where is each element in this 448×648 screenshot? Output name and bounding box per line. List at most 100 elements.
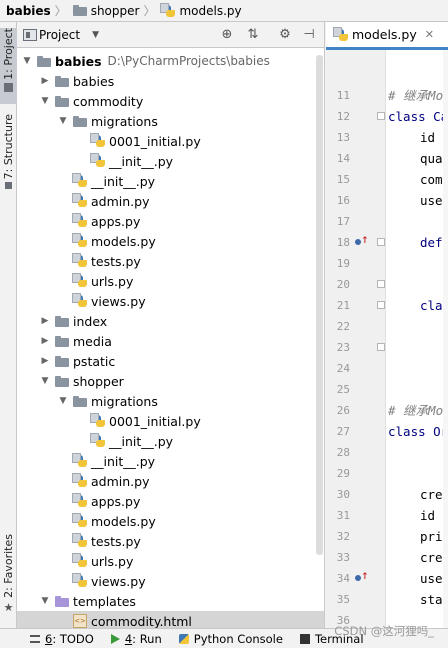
fold-icon[interactable] [377, 112, 385, 120]
tree-folder[interactable]: ▶ media [17, 331, 324, 351]
tree-file[interactable]: 0001_initial.py [17, 411, 324, 431]
fold-icon[interactable] [377, 238, 385, 246]
tree-item-label: 0001_initial.py [109, 133, 201, 149]
editor-gutter: 11 12 13 14 15 16 17 18 ↑ 19 20 21 22 23 24 25 26 27 28 29 3… [326, 50, 386, 648]
chevron-down-icon[interactable]: ▼ [92, 30, 99, 40]
terminal-icon [299, 633, 310, 644]
line-number: 14 [336, 152, 350, 165]
folder-icon [55, 75, 69, 87]
chevron-right-icon[interactable]: ▶ [39, 336, 51, 346]
hide-icon[interactable]: ⊣ [301, 27, 317, 43]
tab-structure[interactable]: 7: Structure [0, 114, 17, 196]
tree-item-label: templates [73, 593, 136, 609]
tree-item-label: media [73, 333, 112, 349]
left-tool-strip: 1: Project 7: Structure 2: Favorites ★ [0, 22, 17, 628]
tree-folder[interactable]: ▼ templates [17, 591, 324, 611]
python-console-button[interactable]: Python Console [178, 632, 283, 646]
tree-item-label: admin.py [91, 473, 150, 489]
tree-file[interactable]: apps.py [17, 211, 324, 231]
tree-item-label: models.py [91, 513, 156, 529]
chevron-down-icon[interactable]: ▼ [39, 96, 51, 106]
line-number: 21 [336, 299, 350, 312]
tree-item-label: apps.py [91, 493, 141, 509]
tree-file[interactable]: models.py [17, 511, 324, 531]
override-marker-icon[interactable]: ↑ [355, 236, 369, 248]
tree-item-label: admin.py [91, 193, 150, 209]
line-number: 13 [336, 131, 350, 144]
tree-folder[interactable]: ▼ migrations [17, 391, 324, 411]
tab-favorites[interactable]: 2: Favorites ★ [0, 534, 17, 618]
tree-file[interactable]: __init__.py [17, 171, 324, 191]
line-number: 27 [336, 425, 350, 438]
python-file-icon [72, 273, 87, 288]
tree-item-label: views.py [91, 293, 146, 309]
line-number: 24 [336, 362, 350, 375]
python-file-icon [72, 213, 87, 228]
tree-file[interactable]: tests.py [17, 251, 324, 271]
tree-folder[interactable]: ▼ shopper [17, 371, 324, 391]
run-button[interactable]: 4: Run [110, 632, 162, 646]
tree-folder[interactable]: ▼ migrations [17, 111, 324, 131]
collapse-all-icon[interactable]: ⇅ [245, 27, 261, 43]
tree-file[interactable]: urls.py [17, 551, 324, 571]
editor-scrollbar[interactable] [443, 50, 448, 628]
structure-icon [5, 182, 12, 190]
editor-tab-models[interactable]: models.py ✕ [326, 22, 448, 50]
fold-icon[interactable] [377, 280, 385, 288]
gear-icon[interactable]: ⚙ [277, 27, 293, 43]
chevron-down-icon[interactable]: ▼ [21, 56, 33, 66]
tree-file[interactable]: admin.py [17, 471, 324, 491]
tree-file[interactable]: apps.py [17, 491, 324, 511]
chevron-right-icon[interactable]: ▶ [39, 316, 51, 326]
chevron-right-icon[interactable]: ▶ [39, 356, 51, 366]
line-number: 33 [336, 551, 350, 564]
chevron-down-icon[interactable]: ▼ [57, 116, 69, 126]
project-scrollbar[interactable] [315, 49, 324, 628]
fold-icon[interactable] [377, 301, 385, 309]
fold-icon[interactable] [377, 343, 385, 351]
project-view-icon [23, 28, 37, 41]
html-file-icon: <> [73, 614, 87, 628]
tree-file[interactable]: admin.py [17, 191, 324, 211]
tree-folder[interactable]: ▶ index [17, 311, 324, 331]
chevron-down-icon[interactable]: ▼ [39, 376, 51, 386]
breadcrumb-item-babies[interactable]: babies 〉 [6, 0, 73, 21]
chevron-down-icon[interactable]: ▼ [39, 596, 51, 606]
close-icon[interactable]: ✕ [425, 28, 434, 41]
tree-item-label: shopper [73, 373, 124, 389]
chevron-down-icon[interactable]: ▼ [57, 396, 69, 406]
python-file-icon [72, 573, 87, 588]
tree-file[interactable]: 0001_initial.py [17, 131, 324, 151]
tree-file[interactable]: views.py [17, 571, 324, 591]
tab-project[interactable]: 1: Project [0, 28, 17, 104]
tree-item-label: pstatic [73, 353, 116, 369]
tree-folder[interactable]: ▶ babies [17, 71, 324, 91]
chevron-right-icon[interactable]: ▶ [39, 76, 51, 86]
tree-file[interactable]: __init__.py [17, 451, 324, 471]
tree-item-label: commodity.html [91, 613, 192, 629]
tree-file[interactable]: __init__.py [17, 151, 324, 171]
code-line: class Ca [388, 109, 448, 124]
tree-file[interactable]: urls.py [17, 271, 324, 291]
tree-folder[interactable]: ▶ pstatic [17, 351, 324, 371]
breadcrumb-item-models[interactable]: models.py [160, 0, 242, 21]
folder-icon [73, 115, 87, 127]
todo-button[interactable]: 6: TODO [30, 632, 94, 646]
tree-folder[interactable]: ▼ commodity [17, 91, 324, 111]
tree-file[interactable]: tests.py [17, 531, 324, 551]
breadcrumb-item-shopper[interactable]: shopper 〉 [72, 0, 162, 21]
python-file-icon [72, 293, 87, 308]
locate-icon[interactable]: ⊕ [219, 27, 235, 43]
tree-file[interactable]: <> commodity.html [17, 611, 324, 628]
tree-item-label: __init__.py [109, 433, 174, 449]
override-marker-icon[interactable]: ↑ [355, 572, 369, 584]
project-view-selector[interactable]: Project [39, 28, 80, 42]
python-file-icon [72, 233, 87, 248]
line-number: 17 [336, 215, 350, 228]
tree-file[interactable]: models.py [17, 231, 324, 251]
folder-icon [55, 95, 69, 107]
tree-file[interactable]: views.py [17, 291, 324, 311]
tree-file[interactable]: __init__.py [17, 431, 324, 451]
line-number: 26 [336, 404, 350, 417]
tree-root[interactable]: ▼ babies D:\PyCharmProjects\babies [17, 51, 324, 71]
